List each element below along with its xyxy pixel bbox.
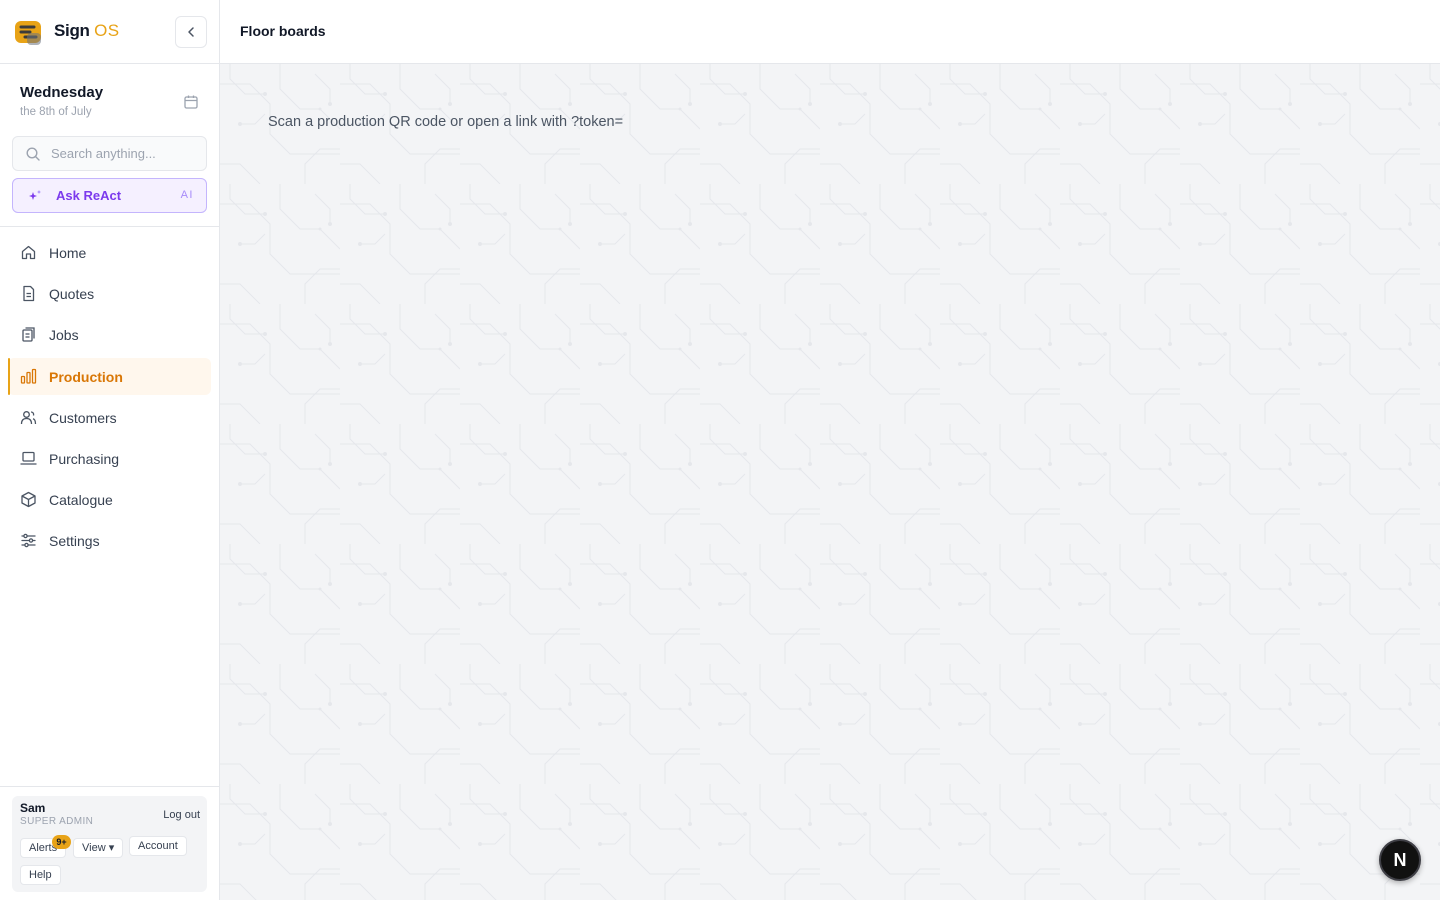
box-icon xyxy=(21,491,36,508)
calendar-icon[interactable] xyxy=(183,94,199,110)
ask-react-button[interactable]: Ask ReAct AI xyxy=(12,178,207,213)
nav-item-home[interactable]: Home xyxy=(8,234,211,271)
floating-n-button[interactable]: N xyxy=(1379,839,1421,881)
main-nav: Home Quotes Jobs Production Customers Pu… xyxy=(8,234,211,564)
nav-label: Production xyxy=(49,368,123,385)
nav-item-catalogue[interactable]: Catalogue xyxy=(8,481,211,518)
date-detail: the 8th of July xyxy=(20,106,92,118)
nav-item-production[interactable]: Production xyxy=(8,357,211,395)
nav-item-customers[interactable]: Customers xyxy=(8,399,211,436)
brand-name: Sign OS xyxy=(54,21,120,40)
nav-label: Catalogue xyxy=(49,492,113,509)
nav-item-jobs[interactable]: Jobs xyxy=(8,316,211,353)
brand-header: Sign OS xyxy=(0,0,219,64)
sparkles-icon xyxy=(29,190,41,200)
top-bar: Floor boards xyxy=(220,0,1440,64)
nav-item-settings[interactable]: Settings xyxy=(8,522,211,559)
log-out-button[interactable]: Log out xyxy=(163,809,200,821)
main-content: Scan a production QR code or open a link… xyxy=(220,64,1440,900)
document-icon xyxy=(23,286,35,302)
user-card: Sam SUPER ADMIN Log out Alerts 9+ View ▾… xyxy=(12,796,207,892)
view-menu-button[interactable]: View ▾ xyxy=(73,838,124,858)
nav-label: Jobs xyxy=(49,327,79,344)
nav-label: Settings xyxy=(49,533,100,550)
date-day: Wednesday xyxy=(20,84,104,101)
sidebar: Sign OS Wednesday the 8th of July Ask Re… xyxy=(0,0,220,900)
nav-item-quotes[interactable]: Quotes xyxy=(8,275,211,312)
user-name: Sam xyxy=(20,801,46,815)
circuit-background-pattern xyxy=(220,64,1440,900)
help-button[interactable]: Help xyxy=(20,865,61,885)
nav-label: Purchasing xyxy=(49,450,120,467)
nav-label: Quotes xyxy=(49,286,95,303)
chevron-left-icon xyxy=(188,27,194,37)
ask-react-label: Ask ReAct xyxy=(56,188,122,203)
users-icon xyxy=(20,410,37,424)
laptop-icon xyxy=(20,451,37,465)
search-box[interactable] xyxy=(12,136,207,171)
search-input[interactable] xyxy=(51,137,201,170)
user-role: SUPER ADMIN xyxy=(20,816,94,827)
divider xyxy=(0,226,219,227)
scan-instructions: Scan a production QR code or open a link… xyxy=(268,114,624,130)
account-button[interactable]: Account xyxy=(129,836,187,856)
nav-label: Customers xyxy=(49,409,117,426)
sign-os-logo xyxy=(15,21,41,45)
nav-label: Home xyxy=(49,245,87,261)
ai-tag: AI xyxy=(180,189,194,201)
alerts-count-badge: 9+ xyxy=(52,835,71,849)
home-icon xyxy=(21,245,36,260)
divider xyxy=(0,786,219,787)
nav-item-purchasing[interactable]: Purchasing xyxy=(8,440,211,477)
search-icon xyxy=(26,147,40,161)
collapse-sidebar-button[interactable] xyxy=(175,16,207,48)
page-title: Floor boards xyxy=(240,23,326,39)
jobs-icon xyxy=(22,327,35,343)
bar-chart-icon xyxy=(20,368,37,384)
sliders-icon xyxy=(21,534,36,548)
